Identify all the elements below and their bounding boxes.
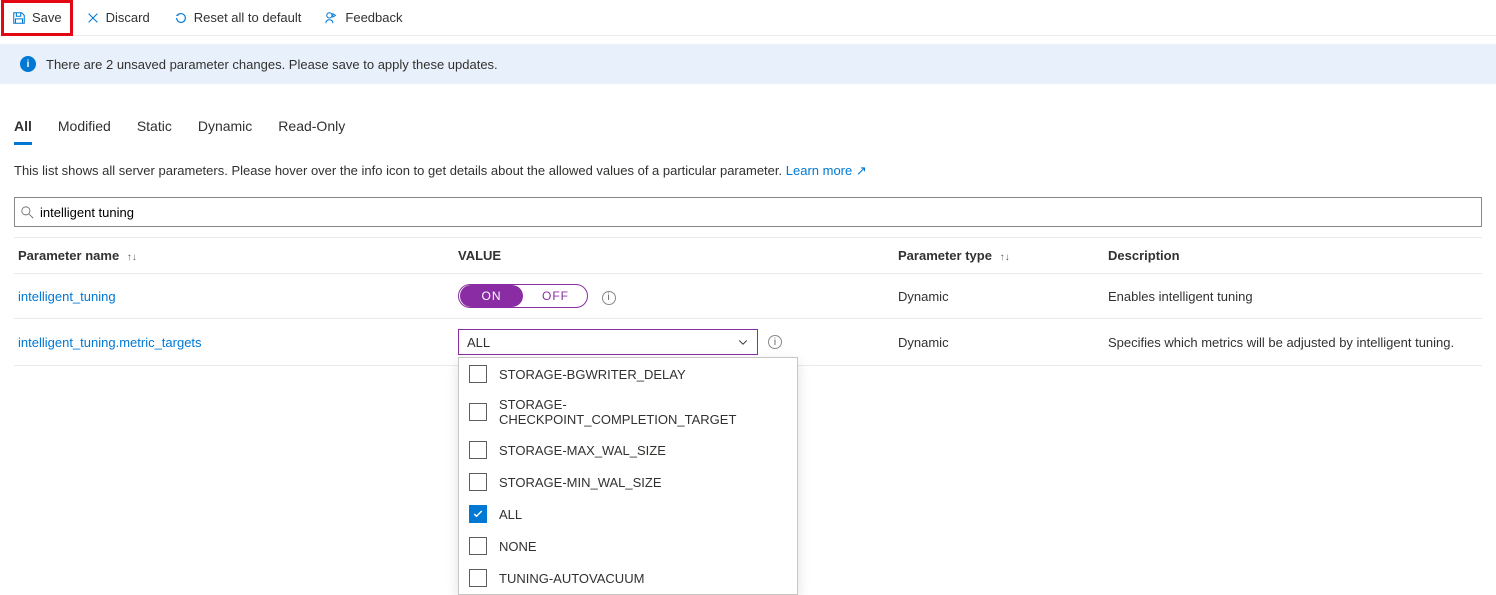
tab-static[interactable]: Static (137, 114, 172, 145)
param-name-link[interactable]: intelligent_tuning (18, 289, 116, 304)
info-icon[interactable]: i (602, 291, 616, 305)
toggle-off: OFF (524, 285, 587, 307)
discard-label: Discard (106, 10, 150, 25)
feedback-icon (325, 11, 339, 25)
notification-bar: i There are 2 unsaved parameter changes.… (0, 44, 1496, 84)
param-desc: Specifies which metrics will be adjusted… (1104, 319, 1482, 366)
help-text: This list shows all server parameters. P… (14, 163, 1482, 179)
parameters-table: Parameter name ↑↓ VALUE Parameter type ↑… (14, 237, 1482, 366)
search-icon (21, 206, 34, 219)
option-storage-bgwriter-delay[interactable]: STORAGE-BGWRITER_DELAY (459, 358, 797, 390)
discard-button[interactable]: Discard (78, 3, 158, 33)
external-link-icon: ↗ (856, 163, 867, 178)
notification-text: There are 2 unsaved parameter changes. P… (46, 57, 498, 72)
reset-button[interactable]: Reset all to default (166, 3, 310, 33)
tab-readonly[interactable]: Read-Only (278, 114, 345, 145)
col-header-name[interactable]: Parameter name ↑↓ (14, 238, 454, 274)
discard-icon (86, 11, 100, 25)
search-box[interactable] (14, 197, 1482, 227)
param-type: Dynamic (894, 274, 1104, 319)
info-icon: i (20, 56, 36, 72)
checkbox[interactable] (469, 365, 487, 383)
checkbox[interactable] (469, 569, 487, 587)
save-label: Save (32, 10, 62, 25)
param-desc: Enables intelligent tuning (1104, 274, 1482, 319)
option-tuning-autovacuum[interactable]: TUNING-AUTOVACUUM (459, 562, 797, 594)
option-storage-min-wal-size[interactable]: STORAGE-MIN_WAL_SIZE (459, 466, 797, 498)
checkbox[interactable] (469, 441, 487, 459)
reset-icon (174, 11, 188, 25)
learn-more-link[interactable]: Learn more ↗ (786, 163, 867, 178)
checkbox[interactable] (469, 473, 487, 491)
toggle-on: ON (460, 285, 523, 307)
search-input[interactable] (40, 201, 1475, 224)
toolbar: Save Discard Reset all to default Feedba… (0, 0, 1496, 36)
sort-icon: ↑↓ (127, 252, 137, 263)
reset-label: Reset all to default (194, 10, 302, 25)
tab-modified[interactable]: Modified (58, 114, 111, 145)
sort-icon: ↑↓ (1000, 252, 1010, 263)
save-button[interactable]: Save (4, 3, 70, 33)
feedback-label: Feedback (345, 10, 402, 25)
checkbox[interactable] (469, 403, 487, 421)
metric-targets-dropdown: STORAGE-BGWRITER_DELAY STORAGE-CHECKPOIN… (458, 357, 798, 595)
option-storage-checkpoint-completion-target[interactable]: STORAGE-CHECKPOINT_COMPLETION_TARGET (459, 390, 797, 434)
option-storage-max-wal-size[interactable]: STORAGE-MAX_WAL_SIZE (459, 434, 797, 466)
tabs: All Modified Static Dynamic Read-Only (14, 114, 1482, 145)
table-row: intelligent_tuning.metric_targets ALL i (14, 319, 1482, 366)
tab-all[interactable]: All (14, 114, 32, 145)
chevron-down-icon (737, 336, 749, 348)
col-header-value[interactable]: VALUE (454, 238, 894, 274)
info-icon[interactable]: i (768, 335, 782, 349)
metric-targets-select[interactable]: ALL (458, 329, 758, 355)
save-icon (12, 11, 26, 25)
param-type: Dynamic (894, 319, 1104, 366)
col-header-desc[interactable]: Description (1104, 238, 1482, 274)
tab-dynamic[interactable]: Dynamic (198, 114, 252, 145)
checkbox-checked[interactable] (469, 505, 487, 523)
col-header-type[interactable]: Parameter type ↑↓ (894, 238, 1104, 274)
table-row: intelligent_tuning ON OFF i Dynamic Enab… (14, 274, 1482, 319)
option-none[interactable]: NONE (459, 530, 797, 562)
option-all[interactable]: ALL (459, 498, 797, 530)
toggle-switch[interactable]: ON OFF (458, 284, 588, 308)
feedback-button[interactable]: Feedback (317, 3, 410, 33)
checkbox[interactable] (469, 537, 487, 555)
param-name-link[interactable]: intelligent_tuning.metric_targets (18, 335, 202, 350)
select-value: ALL (467, 335, 490, 350)
